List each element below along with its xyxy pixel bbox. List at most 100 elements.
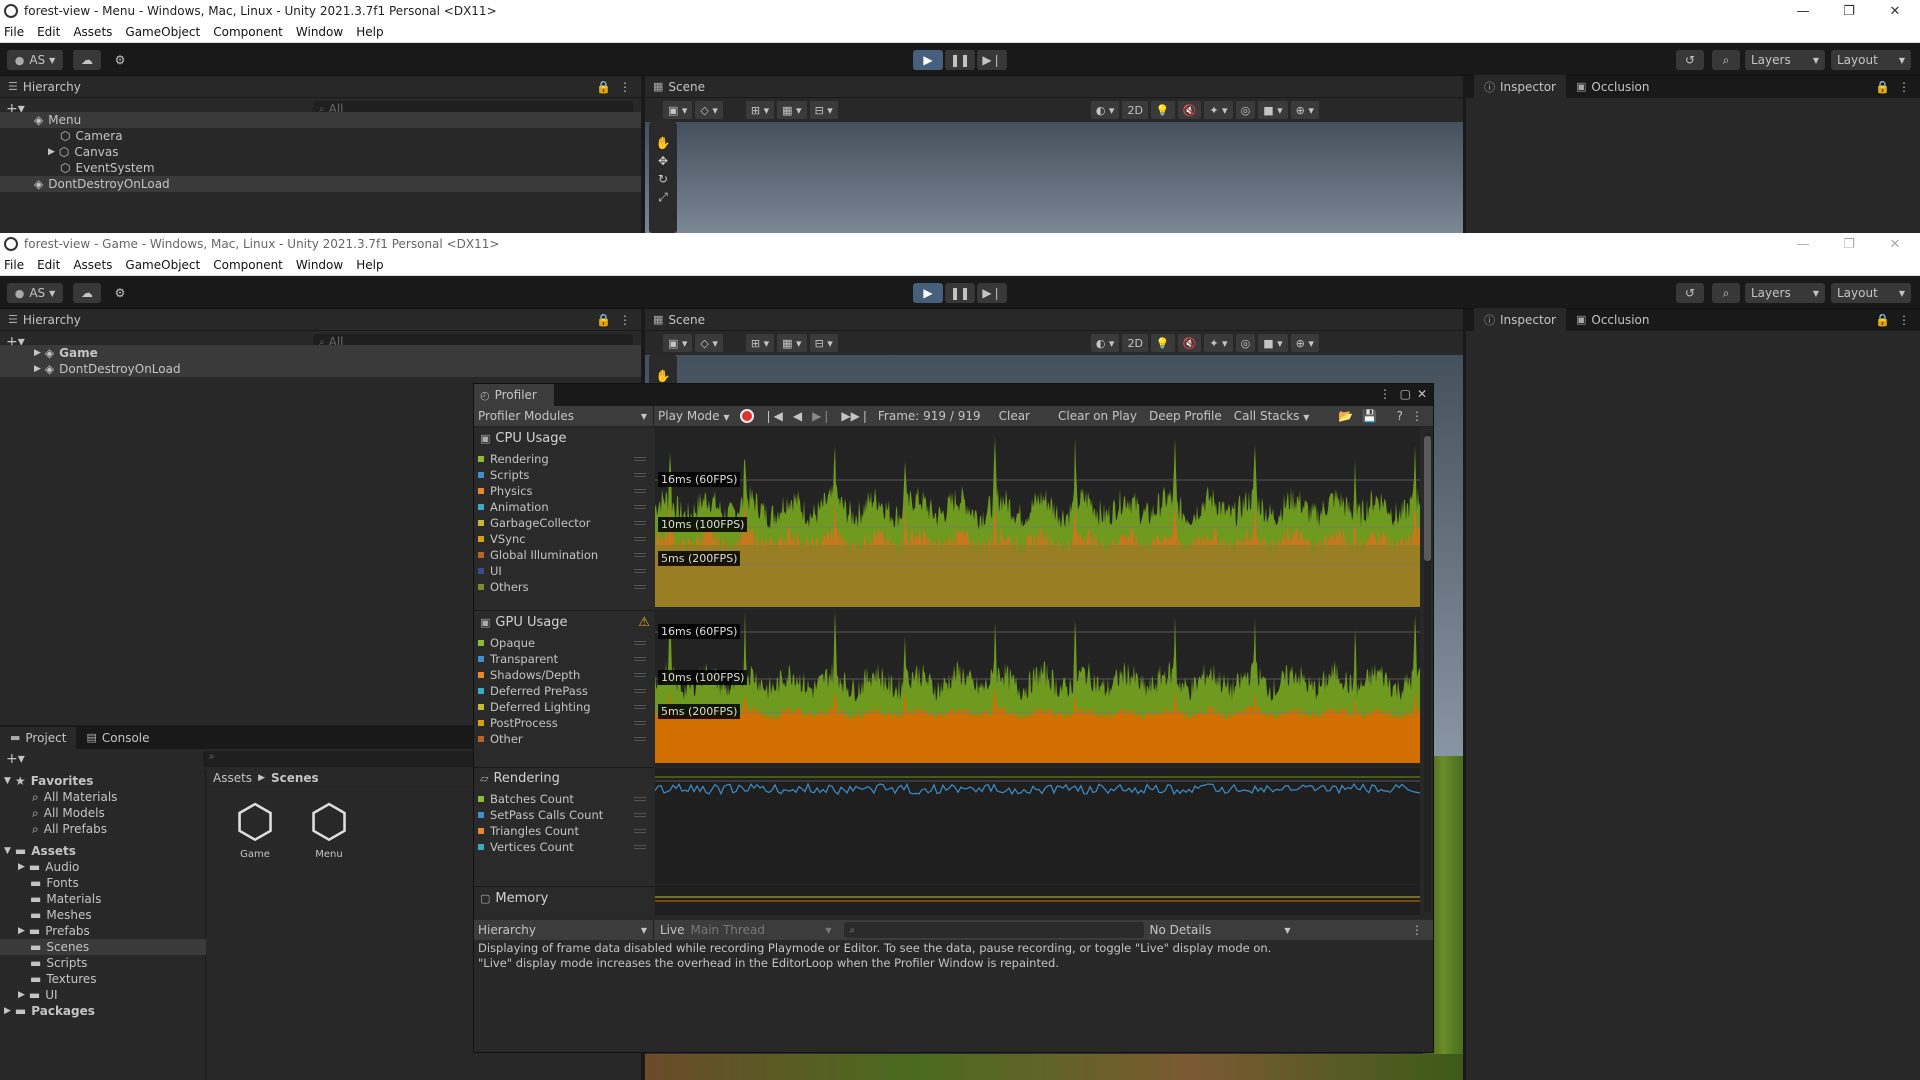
collab-button[interactable]: ⚙ — [107, 50, 133, 70]
layout-dropdown[interactable]: Layout ▼ — [1831, 50, 1911, 70]
expand-arrow-icon[interactable]: ▶ — [34, 364, 41, 374]
increment-button[interactable]: ⊟ ▾ — [809, 334, 838, 352]
folder-item[interactable]: ▶ ▬ Audio — [0, 859, 79, 875]
menu-window[interactable]: Window — [296, 25, 343, 39]
rendering-legend-item[interactable]: SetPass Calls Count — [478, 807, 650, 823]
cpu-legend-item[interactable]: Scripts — [478, 467, 650, 483]
scene-tab[interactable]: ▦ Scene — [645, 76, 1463, 98]
kebab-icon[interactable]: ⋮ — [1411, 923, 1423, 937]
console-tab[interactable]: ▤ Console — [76, 727, 159, 749]
folder-item[interactable]: ▶ ▬ Prefabs — [0, 923, 90, 939]
restore-icon[interactable]: ❐ — [1826, 233, 1872, 255]
gpu-legend-item[interactable]: Opaque — [478, 635, 650, 651]
drag-handle-icon[interactable] — [634, 829, 646, 833]
clear-on-play-toggle[interactable]: Clear on Play — [1058, 409, 1137, 423]
memory-module-title[interactable]: ▢ Memory — [480, 891, 548, 906]
first-frame-icon[interactable]: ❘◀ — [764, 409, 783, 423]
menu-edit[interactable]: Edit — [37, 258, 60, 272]
cloud-button[interactable]: ☁ — [73, 50, 101, 70]
minimize-icon[interactable]: — — [1780, 233, 1826, 255]
expand-arrow-icon[interactable]: ▶ — [18, 862, 25, 872]
lock-icon[interactable]: 🔒 — [596, 80, 611, 94]
menu-file[interactable]: File — [4, 25, 24, 39]
lighting-button[interactable]: ◐ ▾ — [1090, 101, 1120, 119]
profiler-scrollbar[interactable] — [1424, 432, 1431, 912]
scene-asset[interactable]: ⬡ Menu — [300, 793, 358, 873]
save-icon[interactable]: 💾 — [1362, 409, 1377, 423]
scene-tab[interactable]: ▦ Scene — [645, 309, 1463, 331]
history-button[interactable]: ↺ — [1676, 50, 1704, 70]
lock-icon[interactable]: 🔒 — [1875, 313, 1890, 327]
add-icon[interactable]: +▾ — [6, 751, 25, 767]
hierarchy-scene-menu[interactable]: ◈ Menu — [0, 112, 641, 128]
scale-tool-icon[interactable]: ⤢ — [649, 190, 677, 205]
thread-dropdown[interactable]: Main Thread ▼ — [691, 920, 836, 940]
deep-profile-toggle[interactable]: Deep Profile — [1149, 409, 1222, 423]
hierarchy-tab[interactable]: ☰ Hierarchy 🔒 ⋮ — [0, 76, 641, 98]
gizmo-button[interactable]: ◇ ▾ — [695, 101, 723, 119]
rendering-module-title[interactable]: ▱ Rendering — [480, 771, 560, 786]
maximize-icon[interactable]: ▢ — [1400, 387, 1411, 401]
layers-dropdown[interactable]: Layers ▼ — [1745, 283, 1825, 303]
folder-item-selected[interactable]: ▬ Scenes — [0, 939, 206, 955]
audio-toggle-icon[interactable]: 🔇 — [1177, 334, 1202, 352]
collab-button[interactable]: ⚙ — [107, 283, 133, 303]
hierarchy-scene-dontdestroy[interactable]: ◈ DontDestroyOnLoad — [0, 176, 641, 192]
drag-handle-icon[interactable] — [634, 737, 646, 741]
menu-assets[interactable]: Assets — [73, 25, 112, 39]
account-dropdown[interactable]: ● AS ▼ — [7, 283, 63, 303]
drag-handle-icon[interactable] — [634, 673, 646, 677]
play-button[interactable]: ▶ — [913, 50, 943, 70]
grid-button[interactable]: ▦ ▾ — [777, 334, 807, 352]
close-icon[interactable]: ✕ — [1872, 233, 1918, 255]
drag-handle-icon[interactable] — [634, 569, 646, 573]
lock-icon[interactable]: 🔒 — [1875, 80, 1890, 94]
drag-handle-icon[interactable] — [634, 585, 646, 589]
cpu-legend-item[interactable]: Rendering — [478, 451, 650, 467]
occlusion-tab[interactable]: ▣ Occlusion — [1566, 76, 1660, 98]
cpu-module-title[interactable]: ▣ CPU Usage — [480, 431, 566, 446]
expand-arrow-icon[interactable]: ▶ — [4, 1006, 11, 1016]
prev-frame-icon[interactable]: ◀ — [793, 409, 802, 423]
profiler-modules-dropdown[interactable]: Profiler Modules ▼ — [474, 405, 654, 427]
play-button[interactable]: ▶ — [913, 283, 943, 303]
rendering-legend-item[interactable]: Vertices Count — [478, 839, 650, 855]
last-frame-icon[interactable]: ▶▶❘ — [841, 409, 870, 423]
gpu-legend-item[interactable]: Transparent — [478, 651, 650, 667]
gizmo-button[interactable]: ◇ ▾ — [695, 334, 723, 352]
kebab-icon[interactable]: ⋮ — [619, 80, 631, 94]
increment-button[interactable]: ⊟ ▾ — [809, 101, 838, 119]
expand-arrow-icon[interactable]: ▼ — [4, 846, 11, 856]
folder-item[interactable]: ▬ Scripts — [0, 955, 87, 971]
cpu-legend-item[interactable]: Physics — [478, 483, 650, 499]
menu-window[interactable]: Window — [296, 258, 343, 272]
hidden-toggle-icon[interactable]: ◎ — [1235, 334, 1256, 352]
2d-button[interactable]: 2D — [1122, 101, 1148, 119]
light-toggle-icon[interactable]: 💡 — [1150, 334, 1175, 352]
help-icon[interactable]: ? — [1397, 409, 1403, 423]
draw-mode-button[interactable]: ▣ ▾ — [663, 101, 693, 119]
drag-handle-icon[interactable] — [634, 505, 646, 509]
details-search-input[interactable]: ⌕ — [843, 922, 1144, 938]
favorite-item[interactable]: ⌕ All Prefabs — [0, 821, 107, 837]
effects-icon[interactable]: ✦ ▾ — [1204, 101, 1233, 119]
scene-asset[interactable]: ⬡ Game — [226, 793, 284, 873]
restore-icon[interactable]: ❐ — [1826, 0, 1872, 22]
lighting-button[interactable]: ◐ ▾ — [1090, 334, 1120, 352]
step-button[interactable]: ▶❘ — [977, 50, 1007, 70]
menu-assets[interactable]: Assets — [73, 258, 112, 272]
record-icon[interactable] — [739, 409, 754, 423]
folder-item[interactable]: ▬ Meshes — [0, 907, 92, 923]
inspector-tab[interactable]: ⓘ Inspector — [1474, 74, 1566, 99]
drag-handle-icon[interactable] — [634, 721, 646, 725]
minimize-icon[interactable]: — — [1780, 0, 1826, 22]
effects-icon[interactable]: ✦ ▾ — [1204, 334, 1233, 352]
folder-item[interactable]: ▬ Materials — [0, 891, 101, 907]
drag-handle-icon[interactable] — [634, 473, 646, 477]
favorite-item[interactable]: ⌕ All Materials — [0, 789, 117, 805]
cpu-legend-item[interactable]: Others — [478, 579, 650, 595]
play-mode-dropdown[interactable]: Play Mode ▼ — [658, 409, 730, 423]
step-button[interactable]: ▶❘ — [977, 283, 1007, 303]
hierarchy-scene-dontdestroy[interactable]: ▶ ◈ DontDestroyOnLoad — [0, 361, 641, 377]
gizmos-toggle-icon[interactable]: ⊕ ▾ — [1290, 101, 1319, 119]
